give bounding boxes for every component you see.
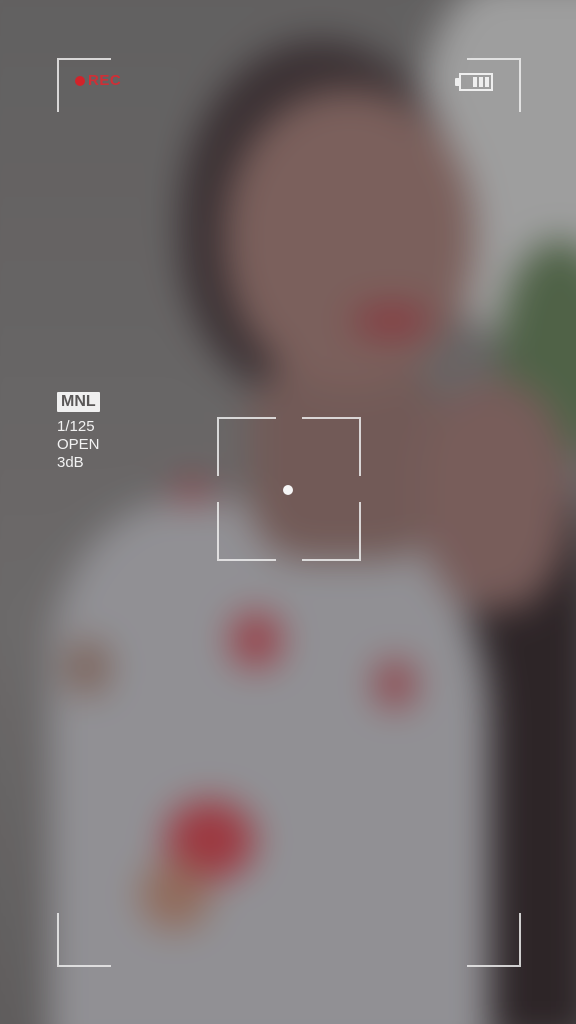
focus-corner-top-left: [217, 417, 276, 476]
focus-corner-bottom-left: [217, 502, 276, 561]
battery-icon: [455, 73, 493, 91]
mode-badge: MNL: [57, 392, 100, 412]
aperture: OPEN: [57, 436, 100, 453]
recording-indicator: REC: [75, 72, 121, 89]
shutter-speed: 1/125: [57, 418, 95, 435]
record-dot-icon: [75, 75, 85, 86]
camera-settings-panel: MNL 1/125 OPEN 3dB: [57, 392, 100, 472]
camera-viewfinder: REC MNL 1/125 OPEN 3dB: [0, 0, 576, 1024]
focus-corner-bottom-right: [302, 502, 361, 561]
focus-corner-top-right: [302, 417, 361, 476]
battery-level: [459, 73, 493, 91]
focus-point-icon: [283, 485, 293, 495]
gain: 3dB: [57, 454, 84, 471]
recording-label: REC: [88, 72, 122, 89]
frame-corner-bottom-right: [467, 913, 521, 967]
frame-corner-bottom-left: [57, 913, 111, 967]
